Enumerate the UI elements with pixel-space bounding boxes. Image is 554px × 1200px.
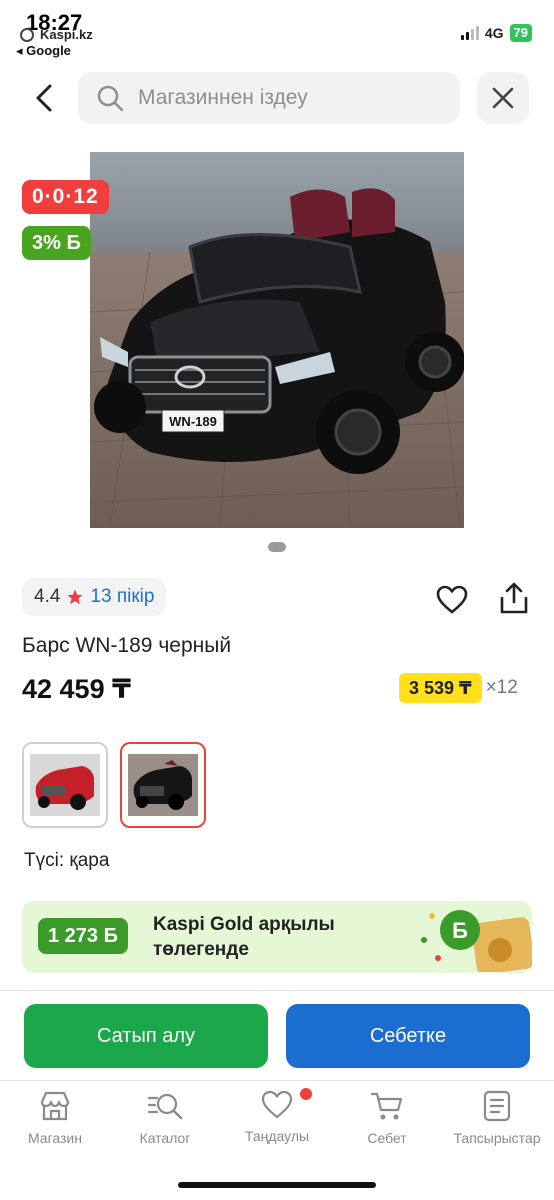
kaspi-mini-icon xyxy=(20,27,34,42)
installment-badge: 0·0·12 xyxy=(22,180,109,214)
installment-multiplier: ×12 xyxy=(485,677,518,698)
image-page-indicator xyxy=(268,542,286,552)
heart-icon xyxy=(261,1090,293,1119)
tab-label: Магазин xyxy=(27,1130,82,1146)
catalog-icon xyxy=(147,1093,183,1120)
battery-icon: 79 xyxy=(509,24,532,42)
gold-coins-illustration: Б xyxy=(416,906,535,975)
status-indicators: 4G 79 xyxy=(460,24,532,42)
installment-info[interactable]: 3 539 ₸ ×12 xyxy=(399,673,518,703)
tab-catalog[interactable]: Каталог xyxy=(110,1090,220,1146)
back-button[interactable] xyxy=(24,76,64,120)
back-to-google[interactable]: ◂ Google xyxy=(16,43,71,59)
chevron-left-icon xyxy=(36,84,52,112)
gold-bonus-amount: 1 273 Б xyxy=(38,918,128,954)
tab-store[interactable]: Магазин xyxy=(0,1090,110,1146)
red-car-thumbnail xyxy=(30,754,100,816)
reviews-link[interactable]: 13 пікір xyxy=(90,586,154,608)
divider xyxy=(0,990,554,991)
search-icon xyxy=(97,85,124,112)
rating-chip[interactable]: 4.4 13 пікір xyxy=(22,578,167,616)
close-button[interactable] xyxy=(477,72,529,124)
add-to-cart-button[interactable]: Себетке xyxy=(286,1004,530,1068)
tab-label: Себет xyxy=(367,1130,407,1146)
network-label: 4G xyxy=(484,25,504,41)
favorites-notification-dot xyxy=(300,1088,312,1100)
tabbar-divider xyxy=(0,1080,554,1081)
search-placeholder: Магазиннен іздеу xyxy=(138,86,308,109)
rating-value: 4.4 xyxy=(34,586,61,607)
bonus-badge: 3% Б xyxy=(22,226,91,260)
share-button[interactable] xyxy=(494,578,534,618)
tab-label: Таңдаулы xyxy=(244,1128,310,1144)
product-price: 42 459 ₸ xyxy=(22,674,131,704)
license-plate: WN-189 xyxy=(169,414,217,429)
variant-red[interactable] xyxy=(22,742,108,828)
home-indicator xyxy=(178,1182,376,1188)
tab-orders[interactable]: Тапсырыстар xyxy=(442,1090,552,1146)
tab-label: Тапсырыстар xyxy=(453,1130,541,1146)
cart-icon xyxy=(370,1092,403,1120)
close-icon xyxy=(492,87,514,109)
product-image[interactable]: WN-189 xyxy=(90,152,464,528)
color-label: Түсі: қара xyxy=(24,850,110,871)
product-title: Барс WN-189 черный xyxy=(22,634,232,657)
orders-icon xyxy=(483,1090,511,1122)
store-icon xyxy=(40,1091,70,1121)
tab-favorites[interactable]: Таңдаулы xyxy=(222,1090,332,1144)
variant-black[interactable] xyxy=(120,742,206,828)
svg-text:Б: Б xyxy=(452,918,468,943)
favorite-button[interactable] xyxy=(432,580,472,620)
overlay-app-label: Kaspi.kz xyxy=(20,27,93,42)
tab-cart[interactable]: Себет xyxy=(332,1090,442,1146)
share-icon xyxy=(500,582,528,614)
black-car-thumbnail xyxy=(128,754,198,816)
search-input[interactable]: Магазиннен іздеу xyxy=(78,72,460,124)
tab-label: Каталог xyxy=(139,1130,191,1146)
installment-amount: 3 539 ₸ xyxy=(399,673,482,703)
star-icon xyxy=(67,589,83,605)
heart-icon xyxy=(436,585,468,614)
buy-button[interactable]: Сатып алу xyxy=(24,1004,268,1068)
gold-banner-text: Kaspi Gold арқылы төлегенде xyxy=(153,914,335,960)
signal-icon xyxy=(460,26,479,40)
